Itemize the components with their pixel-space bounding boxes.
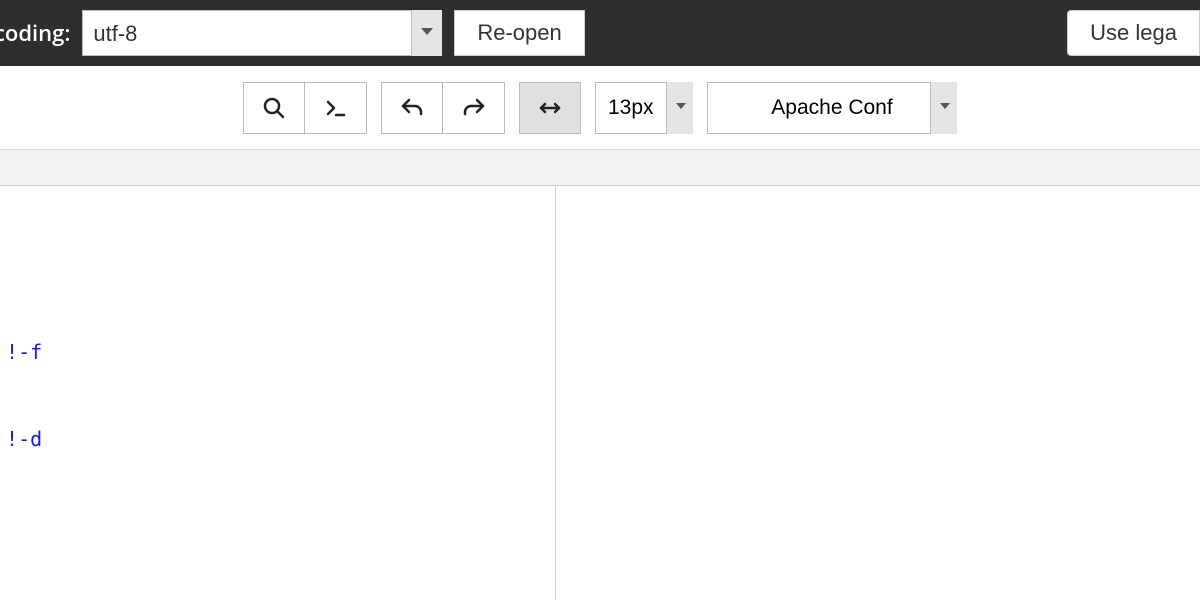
terminal-button[interactable] [305,82,367,134]
language-select[interactable]: Apache Conf [707,82,957,134]
redo-icon [462,96,486,120]
search-button[interactable] [243,82,305,134]
undo-redo-group [381,82,505,134]
code-content: !-f !-d HOST}%{REQUEST_URI} [0,186,223,600]
undo-button[interactable] [381,82,443,134]
encoding-select-wrap: utf-8 [82,10,442,56]
topbar-left: ncoding: utf-8 Re-open [0,10,585,56]
redo-button[interactable] [443,82,505,134]
wrap-icon [538,96,562,120]
editor-ruler [0,150,1200,186]
encoding-select[interactable]: utf-8 [82,10,442,56]
editor-area: !-f !-d HOST}%{REQUEST_URI} [0,150,1200,600]
topbar-right: Use lega [1067,10,1200,56]
wrap-group [519,82,581,134]
code-editor[interactable]: !-f !-d HOST}%{REQUEST_URI} [0,186,1200,600]
wrap-button[interactable] [519,82,581,134]
top-bar: ncoding: utf-8 Re-open Use lega [0,0,1200,66]
language-select-wrap: Apache Conf [707,82,957,134]
use-legacy-button[interactable]: Use lega [1067,10,1200,56]
font-size-select[interactable]: 13px [595,82,693,134]
search-terminal-group [243,82,367,134]
terminal-icon [324,96,348,120]
search-icon [262,96,286,120]
encoding-label: ncoding: [0,18,70,48]
undo-icon [400,96,424,120]
editor-toolbar: 13px Apache Conf [0,66,1200,150]
code-line: !-f [0,338,223,367]
reopen-button[interactable]: Re-open [454,10,584,56]
print-margin-line [555,186,556,600]
font-size-select-wrap: 13px [595,82,693,134]
code-line: !-d [0,425,223,454]
